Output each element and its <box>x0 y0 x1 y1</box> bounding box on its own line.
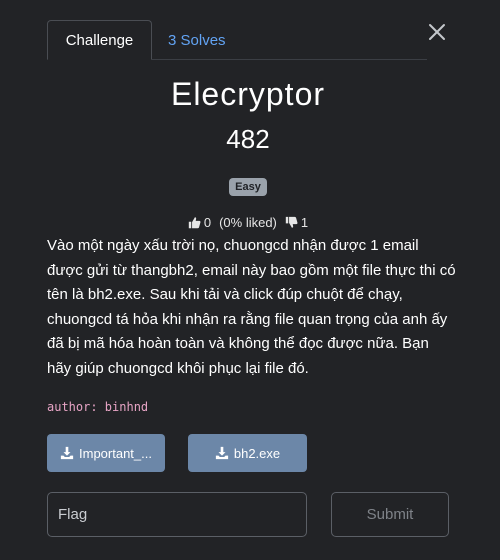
file-label: Important_... <box>79 445 152 461</box>
tab-challenge-label: Challenge <box>65 31 134 49</box>
challenge-modal: Challenge 3 Solves Elecryptor 482 Easy 0… <box>0 0 500 560</box>
challenge-author: author: binhnd <box>47 400 149 414</box>
download-icon <box>215 446 228 460</box>
liked-percent: (0% liked) <box>219 215 277 230</box>
tab-challenge[interactable]: Challenge <box>47 20 152 60</box>
tab-bar: Challenge 3 Solves <box>47 20 427 60</box>
challenge-description: Vào một ngày xấu trời nọ, chuongcd nhận … <box>47 237 456 377</box>
tab-solves-label: 3 Solves <box>168 31 226 49</box>
download-icon <box>60 446 74 460</box>
vote-summary: 0 (0% liked) 1 <box>0 215 496 230</box>
download-file-bh2-button[interactable]: bh2.exe <box>188 434 307 472</box>
dislikes-count: 1 <box>300 215 309 230</box>
difficulty-row: Easy <box>0 178 496 196</box>
likes-count: 0 <box>203 215 212 230</box>
flag-input[interactable] <box>47 492 307 537</box>
tab-solves[interactable]: 3 Solves <box>159 20 235 60</box>
submit-label: Submit <box>366 506 414 523</box>
difficulty-badge: Easy <box>229 178 267 196</box>
close-icon <box>429 24 445 40</box>
thumbs-up-icon[interactable] <box>188 216 201 229</box>
challenge-value: 482 <box>226 124 270 154</box>
challenge-title: Elecryptor <box>170 76 326 112</box>
file-label: bh2.exe <box>233 445 281 461</box>
download-file-important-button[interactable]: Important_... <box>47 434 165 472</box>
close-button[interactable] <box>426 21 448 43</box>
submit-button[interactable]: Submit <box>331 492 449 537</box>
thumbs-down-icon[interactable] <box>285 216 298 229</box>
